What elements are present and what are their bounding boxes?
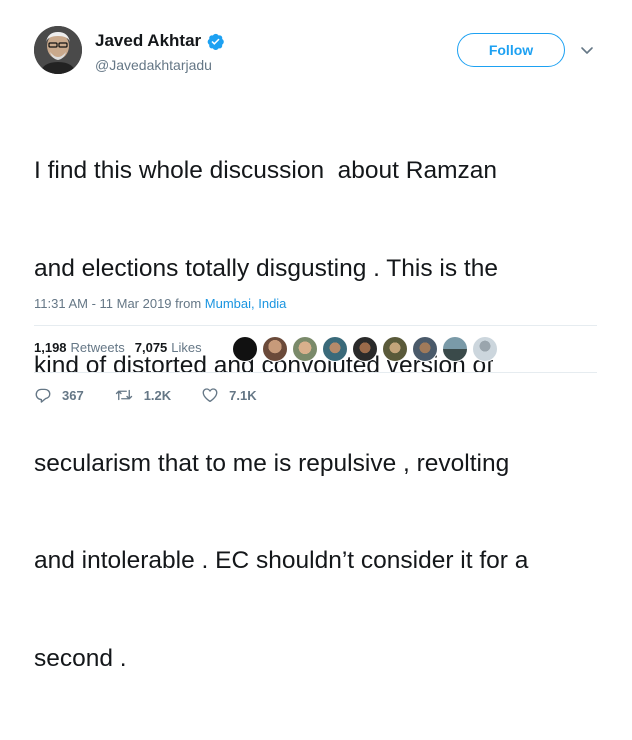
user-handle[interactable]: @Javedakhtarjadu (95, 57, 212, 73)
tweet-text-line: and intolerable . EC shouldn’t consider … (34, 547, 529, 574)
retweet-count: 1.2K (143, 387, 172, 403)
retweets-label: Retweets (70, 340, 125, 355)
display-name[interactable]: Javed Akhtar (95, 31, 201, 51)
liker-avatar[interactable] (442, 336, 468, 362)
liker-avatar[interactable] (232, 336, 258, 362)
tweet-text-line: I find this whole discussion about Ramza… (34, 157, 498, 184)
tweet-stats: 1,198 Retweets 7,075 Likes (34, 340, 212, 355)
tweet-header: Javed Akhtar @Javedakhtarjadu Follow (34, 26, 604, 82)
reply-icon (35, 388, 51, 403)
location-link[interactable]: Mumbai, India (205, 296, 287, 311)
tweet-text: I find this whole discussion about Ramza… (34, 90, 604, 740)
tweet-text-line: second . (34, 644, 127, 672)
liker-avatar[interactable] (322, 336, 348, 362)
tweet-card: Javed Akhtar @Javedakhtarjadu Follow I f… (0, 0, 632, 672)
liker-avatar[interactable] (382, 336, 408, 362)
tweet-text-line: and elections totally disgusting . This … (34, 254, 498, 282)
liker-avatars (232, 336, 502, 362)
chevron-down-icon[interactable] (579, 42, 595, 58)
liker-avatar[interactable] (292, 336, 318, 362)
likes-stat[interactable]: 7,075 Likes (135, 340, 202, 355)
verified-badge-icon (206, 32, 225, 51)
timestamp[interactable]: 11:31 AM - 11 Mar 2019 from (34, 296, 205, 311)
liker-avatar[interactable] (352, 336, 378, 362)
liker-avatar[interactable] (472, 336, 498, 362)
retweets-stat[interactable]: 1,198 Retweets (34, 340, 125, 355)
avatar[interactable] (34, 26, 82, 74)
like-count: 7.1K (229, 387, 257, 403)
tweet-actions: 367 1.2K 7.1K (34, 386, 287, 404)
like-button[interactable]: 7.1K (201, 386, 257, 404)
liker-avatar[interactable] (412, 336, 438, 362)
reply-count: 367 (62, 387, 84, 403)
divider (34, 325, 597, 326)
tweet-text-line: secularism that to me is repulsive , rev… (34, 449, 510, 477)
heart-icon (202, 388, 218, 403)
tweet-metadata: 11:31 AM - 11 Mar 2019 from Mumbai, Indi… (34, 296, 286, 311)
liker-avatar[interactable] (262, 336, 288, 362)
retweets-count: 1,198 (34, 340, 67, 355)
retweet-icon (115, 389, 132, 401)
likes-label: Likes (171, 340, 202, 355)
name-row: Javed Akhtar (95, 31, 225, 51)
follow-button[interactable]: Follow (457, 33, 565, 67)
likes-count: 7,075 (134, 340, 168, 355)
retweet-button[interactable]: 1.2K (114, 386, 171, 404)
reply-button[interactable]: 367 (34, 386, 84, 404)
divider (34, 372, 597, 373)
